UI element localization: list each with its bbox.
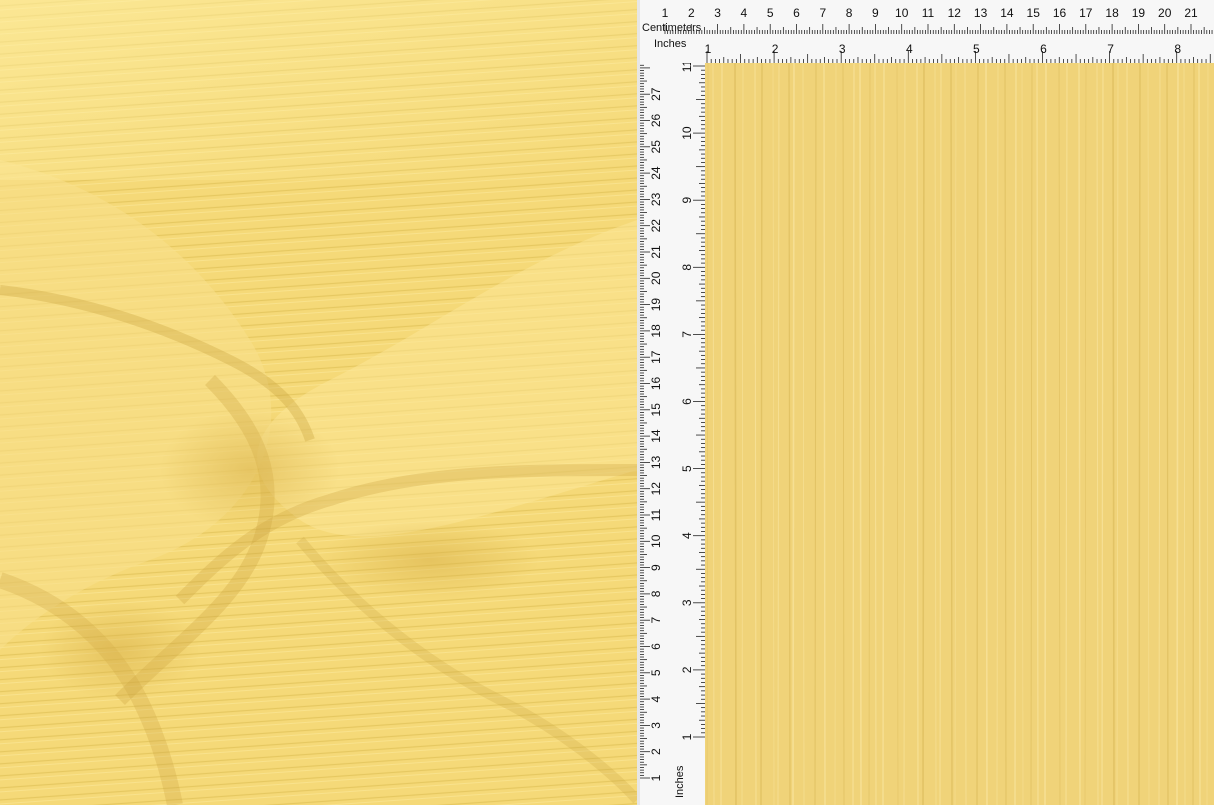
left-inch-scale: Inches 1 2 3 4 5 6 7 8 9 10 11 (674, 63, 705, 798)
inch-number: 4 (906, 42, 913, 56)
cm-number: 3 (714, 6, 721, 20)
cm-number: 15 (649, 403, 663, 417)
fabric-rib (882, 63, 885, 805)
cm-number: 10 (895, 6, 909, 20)
inch-number: 8 (680, 264, 694, 271)
cm-number: 14 (649, 429, 663, 443)
cm-number: 11 (649, 508, 663, 521)
cm-number: 25 (649, 140, 663, 154)
cm-number: 5 (649, 669, 663, 676)
cm-number: 1 (662, 6, 669, 20)
cm-number: 11 (922, 6, 935, 20)
fabric-rib (760, 63, 763, 805)
inch-number: 4 (680, 532, 694, 539)
fabric-rib (1014, 63, 1017, 805)
inch-number: 8 (1174, 42, 1181, 56)
cm-number: 2 (688, 6, 695, 20)
cm-number: 3 (649, 722, 663, 729)
inch-number: 1 (705, 42, 712, 56)
left-inch-ruler: Inches 1 2 3 4 5 6 7 8 9 10 11 (673, 63, 706, 805)
cm-number: 7 (819, 6, 826, 20)
cm-number: 20 (1158, 6, 1172, 20)
top-cm-scale: Centimeters 1 2 3 4 5 6 7 8 9 10 11 12 13 14 15 16 17 18 1… (642, 6, 1213, 34)
fabric-rib (792, 63, 795, 805)
fabric-rib (1078, 63, 1081, 805)
inch-number: 9 (680, 197, 694, 204)
fabric-rib (859, 63, 862, 805)
cm-number: 4 (741, 6, 748, 20)
cm-number: 13 (649, 455, 663, 469)
inch-label: Inches (654, 38, 687, 50)
fabric-rib (950, 63, 953, 805)
inch-number: 2 (772, 42, 779, 56)
cm-number: 1 (649, 774, 663, 781)
draped-fabric-illustration (0, 0, 637, 805)
cm-number: 19 (649, 298, 663, 312)
top-inch-scale: Inches 1 2 3 4 5 6 7 8 (654, 38, 1211, 63)
cm-number: 17 (649, 350, 663, 364)
cm-number: 10 (649, 534, 663, 548)
inch-number: 2 (680, 666, 694, 673)
top-centimeter-ruler: Centimeters 1 2 3 4 5 6 7 8 9 10 11 12 13 14 15 16 17 18 1… (640, 0, 1214, 35)
left-inch-label: Inches (674, 765, 686, 798)
cm-number: 22 (649, 219, 663, 233)
cm-number: 16 (1053, 6, 1067, 20)
cm-number: 18 (649, 324, 663, 338)
fabric-rib (1138, 63, 1141, 805)
cm-number: 21 (1184, 6, 1198, 20)
inch-number: 3 (839, 42, 846, 56)
fabric-rib (922, 63, 925, 805)
cm-number: 21 (649, 245, 663, 259)
fabric-rib (1044, 63, 1047, 805)
cm-number: 17 (1079, 6, 1093, 20)
top-inch-ruler: Inches 1 2 3 4 5 6 7 8 (640, 34, 1214, 64)
fabric-rib (1198, 63, 1201, 805)
cm-number: 12 (948, 6, 962, 20)
fabric-rib (1176, 63, 1179, 805)
cm-number: 4 (649, 695, 663, 702)
fabric-rib (823, 63, 826, 805)
cm-number: 27 (649, 87, 663, 101)
inch-number: 7 (680, 331, 694, 338)
fabric-rib (985, 63, 988, 805)
flat-fabric-illustration (705, 63, 1214, 805)
cm-number: 23 (649, 192, 663, 206)
inch-number: 7 (1107, 42, 1114, 56)
cm-number: 16 (649, 377, 663, 391)
cm-number: 15 (1027, 6, 1041, 20)
cm-number: 9 (649, 564, 663, 571)
inch-number: 3 (680, 599, 694, 606)
inch-number: 1 (680, 733, 694, 740)
cm-label: Centimeters (642, 22, 702, 34)
cm-number: 2 (649, 748, 663, 755)
cm-number: 5 (767, 6, 774, 20)
cm-number: 8 (846, 6, 853, 20)
inch-number: 11 (680, 63, 694, 72)
inch-number: 5 (973, 42, 980, 56)
cm-number: 6 (793, 6, 800, 20)
cm-number: 19 (1132, 6, 1146, 20)
cm-number: 8 (649, 590, 663, 597)
cm-number: 26 (649, 114, 663, 128)
left-cm-scale: 1234567891011121314151617181920212223242… (640, 64, 663, 781)
flat-fabric-swatch (705, 63, 1214, 805)
cm-number: 20 (649, 271, 663, 285)
cm-number: 7 (649, 617, 663, 624)
cm-number: 13 (974, 6, 988, 20)
inch-number: 5 (680, 465, 694, 472)
inch-number: 10 (680, 126, 694, 140)
draped-fabric-photo (0, 0, 637, 805)
cm-number: 12 (649, 482, 663, 496)
inch-number: 6 (680, 398, 694, 405)
cm-number: 6 (649, 643, 663, 650)
cm-number: 9 (872, 6, 879, 20)
cm-number: 14 (1000, 6, 1014, 20)
inch-number: 6 (1040, 42, 1047, 56)
fabric-rib (734, 63, 737, 805)
cm-number: 24 (649, 166, 663, 180)
fabric-rib (1112, 63, 1115, 805)
cm-number: 18 (1105, 6, 1119, 20)
left-centimeter-ruler: 1 2 3 4 5 6 7 8 9 10 11 12 13 14 15 16 17 18 19 20 21 22 23 24 2… (640, 63, 674, 805)
